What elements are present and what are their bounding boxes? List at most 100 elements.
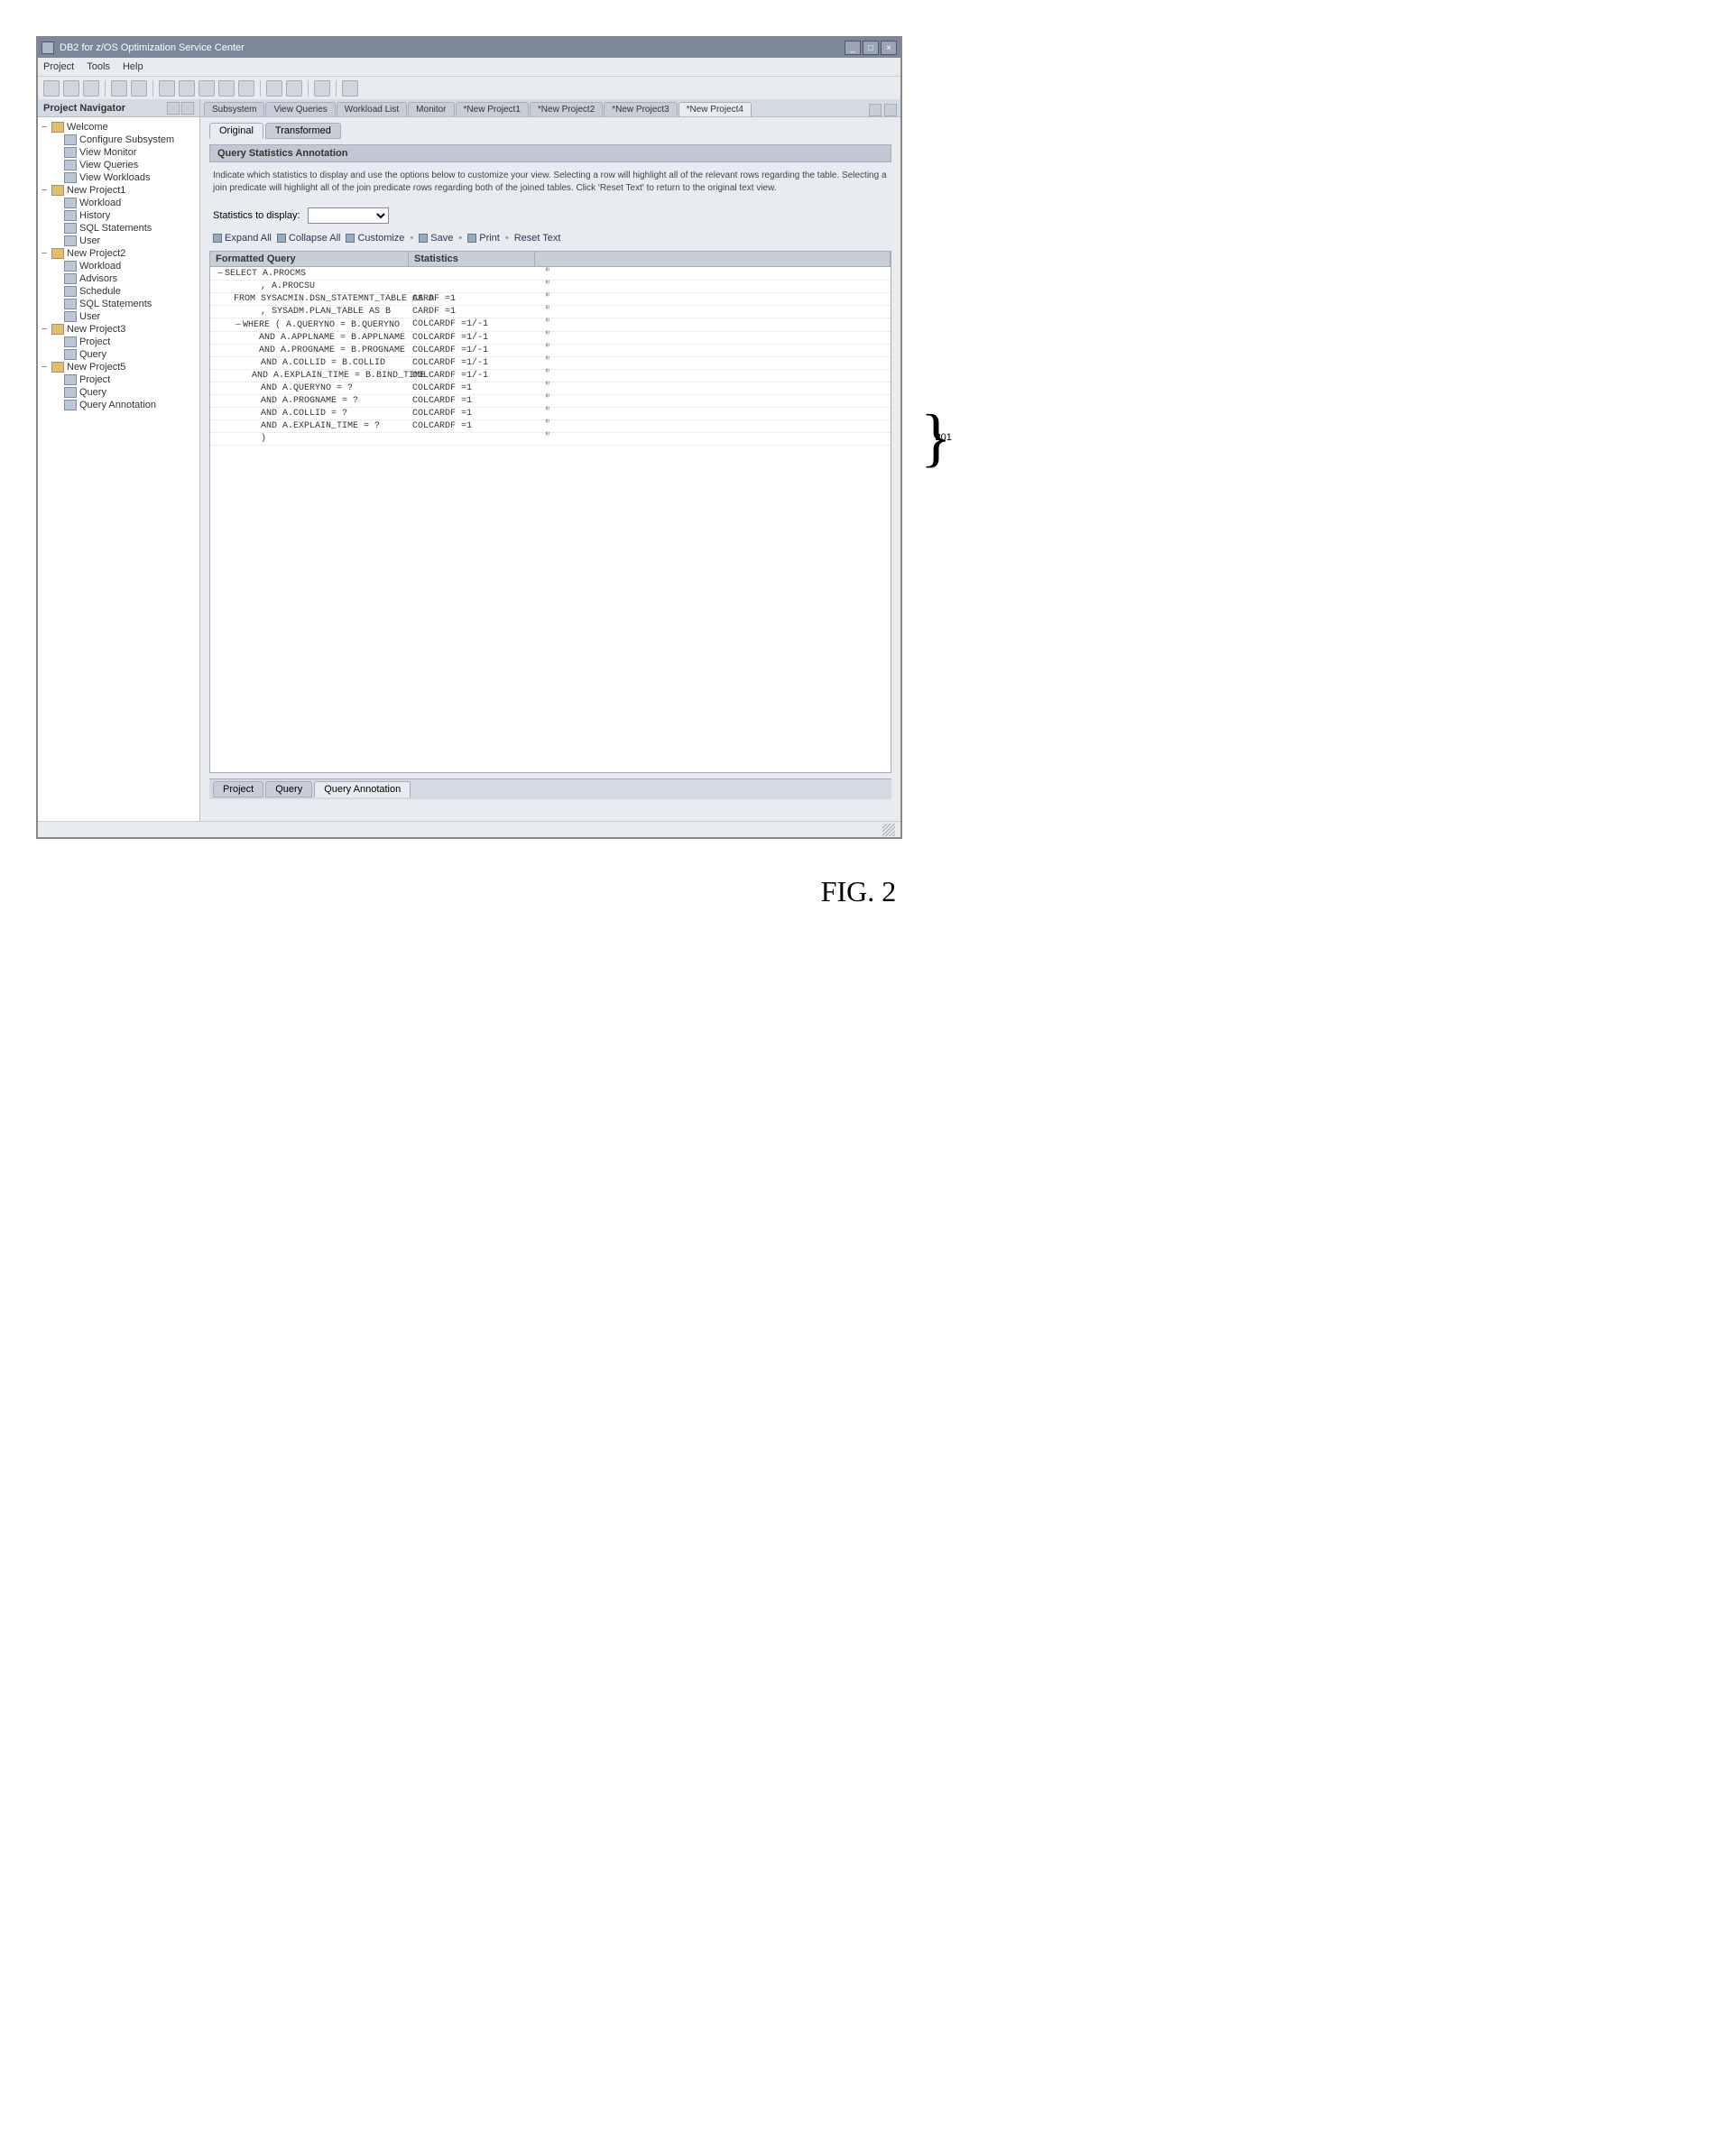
- project-tree[interactable]: −WelcomeConfigure SubsystemView MonitorV…: [38, 117, 199, 821]
- toolbar-button[interactable]: [83, 80, 99, 97]
- toolbar-button[interactable]: [342, 80, 358, 97]
- expand-icon: [213, 234, 222, 243]
- tree-node[interactable]: User: [40, 310, 198, 323]
- menu-project[interactable]: Project: [43, 61, 74, 72]
- tree-node[interactable]: SQL Statements: [40, 222, 198, 235]
- maximize-button[interactable]: □: [863, 41, 879, 55]
- item-icon: [64, 387, 77, 398]
- item-icon: [64, 374, 77, 385]
- editor-tab[interactable]: Subsystem: [204, 102, 264, 116]
- col-blank: [535, 252, 891, 266]
- bottom-tab-query[interactable]: Query: [265, 781, 312, 797]
- item-icon: [64, 400, 77, 410]
- pane-menu-button[interactable]: [167, 102, 180, 115]
- sub-tab-strip: Original Transformed: [209, 123, 891, 139]
- save-link[interactable]: Save: [419, 233, 453, 244]
- tree-node[interactable]: User: [40, 235, 198, 247]
- item-icon: [64, 223, 77, 234]
- pane-minimize-button[interactable]: [181, 102, 194, 115]
- toolbar-button[interactable]: [63, 80, 79, 97]
- action-row: Expand All Collapse All Customize • Save…: [209, 229, 891, 247]
- customize-link[interactable]: Customize: [346, 233, 404, 244]
- tree-node[interactable]: Query Annotation: [40, 399, 198, 411]
- tree-node[interactable]: −New Project1: [40, 184, 198, 197]
- app-window: DB2 for z/OS Optimization Service Center…: [36, 36, 902, 839]
- col-statistics[interactable]: Statistics: [409, 252, 535, 266]
- minimize-button[interactable]: _: [845, 41, 861, 55]
- grid-body[interactable]: −SELECT A.PROCMS, A.PROCSUFROM SYSACMIN.…: [210, 267, 891, 772]
- tree-node[interactable]: View Monitor: [40, 146, 198, 159]
- print-link[interactable]: Print: [467, 233, 500, 244]
- statistics-select[interactable]: [308, 207, 389, 224]
- item-icon: [64, 311, 77, 322]
- tree-node[interactable]: Project: [40, 336, 198, 348]
- collapse-all-link[interactable]: Collapse All: [277, 233, 340, 244]
- toolbar-button[interactable]: [159, 80, 175, 97]
- reset-text-link[interactable]: Reset Text: [514, 233, 561, 244]
- tree-node[interactable]: Schedule: [40, 285, 198, 298]
- navigator-header: Project Navigator: [38, 99, 199, 117]
- editor-tab[interactable]: Workload List: [337, 102, 407, 116]
- folder-icon: [51, 362, 64, 373]
- tree-node[interactable]: Workload: [40, 197, 198, 209]
- toolbar-button[interactable]: [43, 80, 60, 97]
- editor-tab[interactable]: Monitor: [408, 102, 454, 116]
- callout-label: } 201: [920, 421, 952, 454]
- item-icon: [64, 286, 77, 297]
- tree-node[interactable]: View Queries: [40, 159, 198, 171]
- item-icon: [64, 261, 77, 272]
- tree-node[interactable]: Configure Subsystem: [40, 134, 198, 146]
- toolbar-button[interactable]: [198, 80, 215, 97]
- figure-label: FIG. 2: [36, 875, 1681, 908]
- customize-icon: [346, 234, 355, 243]
- item-icon: [64, 235, 77, 246]
- editor-tab[interactable]: *New Project1: [456, 102, 529, 116]
- window-title: DB2 for z/OS Optimization Service Center: [60, 42, 245, 53]
- tab-menu-button[interactable]: [869, 104, 882, 116]
- bottom-tab-project[interactable]: Project: [213, 781, 263, 797]
- menu-tools[interactable]: Tools: [87, 61, 110, 72]
- tree-node[interactable]: Workload: [40, 260, 198, 272]
- resize-grip-icon[interactable]: [882, 824, 895, 836]
- query-grid: Formatted Query Statistics −SELECT A.PRO…: [209, 251, 891, 773]
- tree-node[interactable]: −New Project2: [40, 247, 198, 260]
- tree-node[interactable]: −New Project3: [40, 323, 198, 336]
- tree-node[interactable]: Advisors: [40, 272, 198, 285]
- toolbar-button[interactable]: [314, 80, 330, 97]
- menu-help[interactable]: Help: [123, 61, 143, 72]
- editor-tab[interactable]: *New Project4: [678, 102, 752, 116]
- bottom-tab-query-annotation[interactable]: Query Annotation: [314, 781, 411, 797]
- editor-tab[interactable]: View Queries: [265, 102, 335, 116]
- tree-node[interactable]: Query: [40, 348, 198, 361]
- toolbar-button[interactable]: [131, 80, 147, 97]
- editor-tab[interactable]: *New Project2: [530, 102, 603, 116]
- toolbar: [38, 76, 900, 99]
- item-icon: [64, 336, 77, 347]
- tree-node[interactable]: −New Project5: [40, 361, 198, 373]
- editor-tab[interactable]: *New Project3: [604, 102, 677, 116]
- tab-max-button[interactable]: [884, 104, 897, 116]
- toolbar-button[interactable]: [238, 80, 254, 97]
- item-icon: [64, 198, 77, 208]
- tree-node[interactable]: SQL Statements: [40, 298, 198, 310]
- tree-node[interactable]: View Workloads: [40, 171, 198, 184]
- item-icon: [64, 147, 77, 158]
- toolbar-button[interactable]: [286, 80, 302, 97]
- toolbar-button[interactable]: [218, 80, 235, 97]
- note-markers: [539, 267, 551, 443]
- toolbar-button[interactable]: [266, 80, 282, 97]
- col-formatted-query[interactable]: Formatted Query: [210, 252, 409, 266]
- statistics-label: Statistics to display:: [213, 210, 300, 221]
- tree-node[interactable]: −Welcome: [40, 121, 198, 134]
- expand-all-link[interactable]: Expand All: [213, 233, 272, 244]
- close-button[interactable]: ×: [881, 41, 897, 55]
- folder-icon: [51, 324, 64, 335]
- tree-node[interactable]: Project: [40, 373, 198, 386]
- tree-node[interactable]: Query: [40, 386, 198, 399]
- sub-tab-transformed[interactable]: Transformed: [265, 123, 341, 139]
- toolbar-button[interactable]: [179, 80, 195, 97]
- title-bar: DB2 for z/OS Optimization Service Center…: [38, 38, 900, 58]
- sub-tab-original[interactable]: Original: [209, 123, 263, 139]
- toolbar-button[interactable]: [111, 80, 127, 97]
- tree-node[interactable]: History: [40, 209, 198, 222]
